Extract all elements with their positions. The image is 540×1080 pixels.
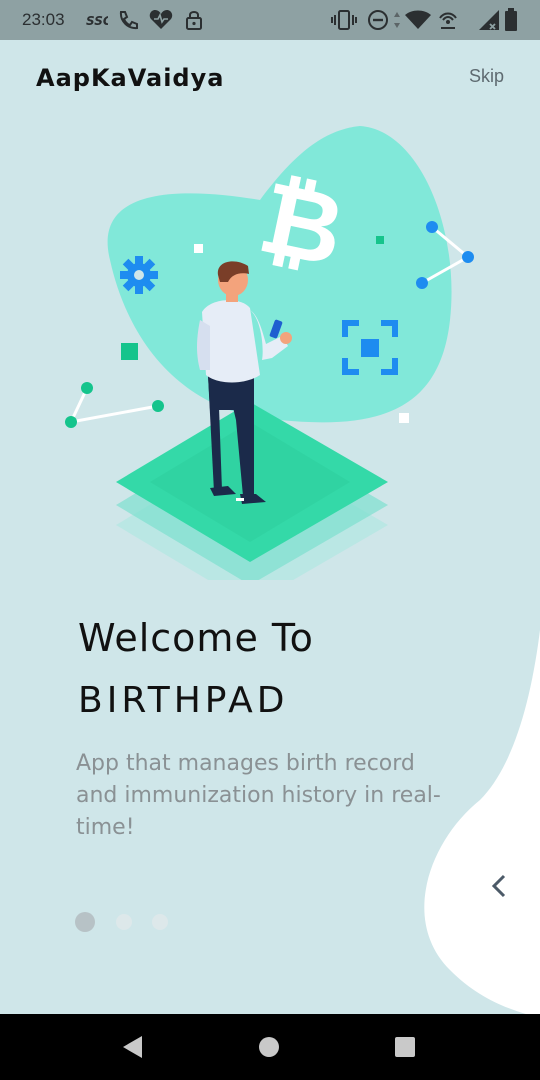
illustration: ₿ [65, 126, 474, 580]
wifi-icon [404, 8, 432, 36]
description-text: App that manages birth record and immuni… [76, 751, 441, 840]
navigation-bar [0, 1014, 540, 1080]
app-brand-heading: BIRTHPAD [78, 680, 289, 721]
hotspot-icon [436, 8, 460, 36]
call-icon [116, 8, 140, 36]
page-indicator-dot[interactable] [152, 914, 168, 930]
heart-icon [148, 8, 174, 36]
deco-square [399, 413, 409, 423]
network-nodes-icon [65, 382, 164, 428]
battery-icon [504, 8, 518, 36]
deco-square [121, 343, 138, 360]
svg-text:SSG: SSG [86, 14, 108, 28]
onboarding-screen: AapKaVaidya Skip ₿ Welcome To BIRTHPAD A… [0, 40, 540, 1014]
status-time: 23:03 [22, 10, 65, 29]
page-indicator-dot-active[interactable] [75, 912, 95, 932]
recents-square-icon[interactable] [394, 1036, 416, 1062]
dnd-icon [366, 8, 390, 36]
back-triangle-icon[interactable] [120, 1034, 146, 1064]
deco-square [194, 244, 203, 253]
chevron-left-icon [491, 874, 506, 898]
wave-shape [424, 630, 540, 1014]
skip-button[interactable]: Skip [469, 66, 504, 87]
signal-icon [476, 8, 502, 36]
page-indicator-dot[interactable] [116, 914, 132, 930]
deco-square [376, 236, 384, 244]
status-bar: 23:03 SSG [0, 0, 540, 40]
welcome-heading: Welcome To [78, 616, 314, 660]
lock-icon [184, 8, 204, 36]
vibrate-icon [330, 8, 358, 36]
previous-button[interactable] [484, 870, 516, 902]
data-arrows-icon [392, 8, 402, 36]
gear-icon [120, 256, 158, 294]
home-circle-icon[interactable] [258, 1036, 280, 1062]
ssg-icon: SSG [86, 12, 113, 32]
app-name: AapKaVaidya [36, 64, 225, 92]
